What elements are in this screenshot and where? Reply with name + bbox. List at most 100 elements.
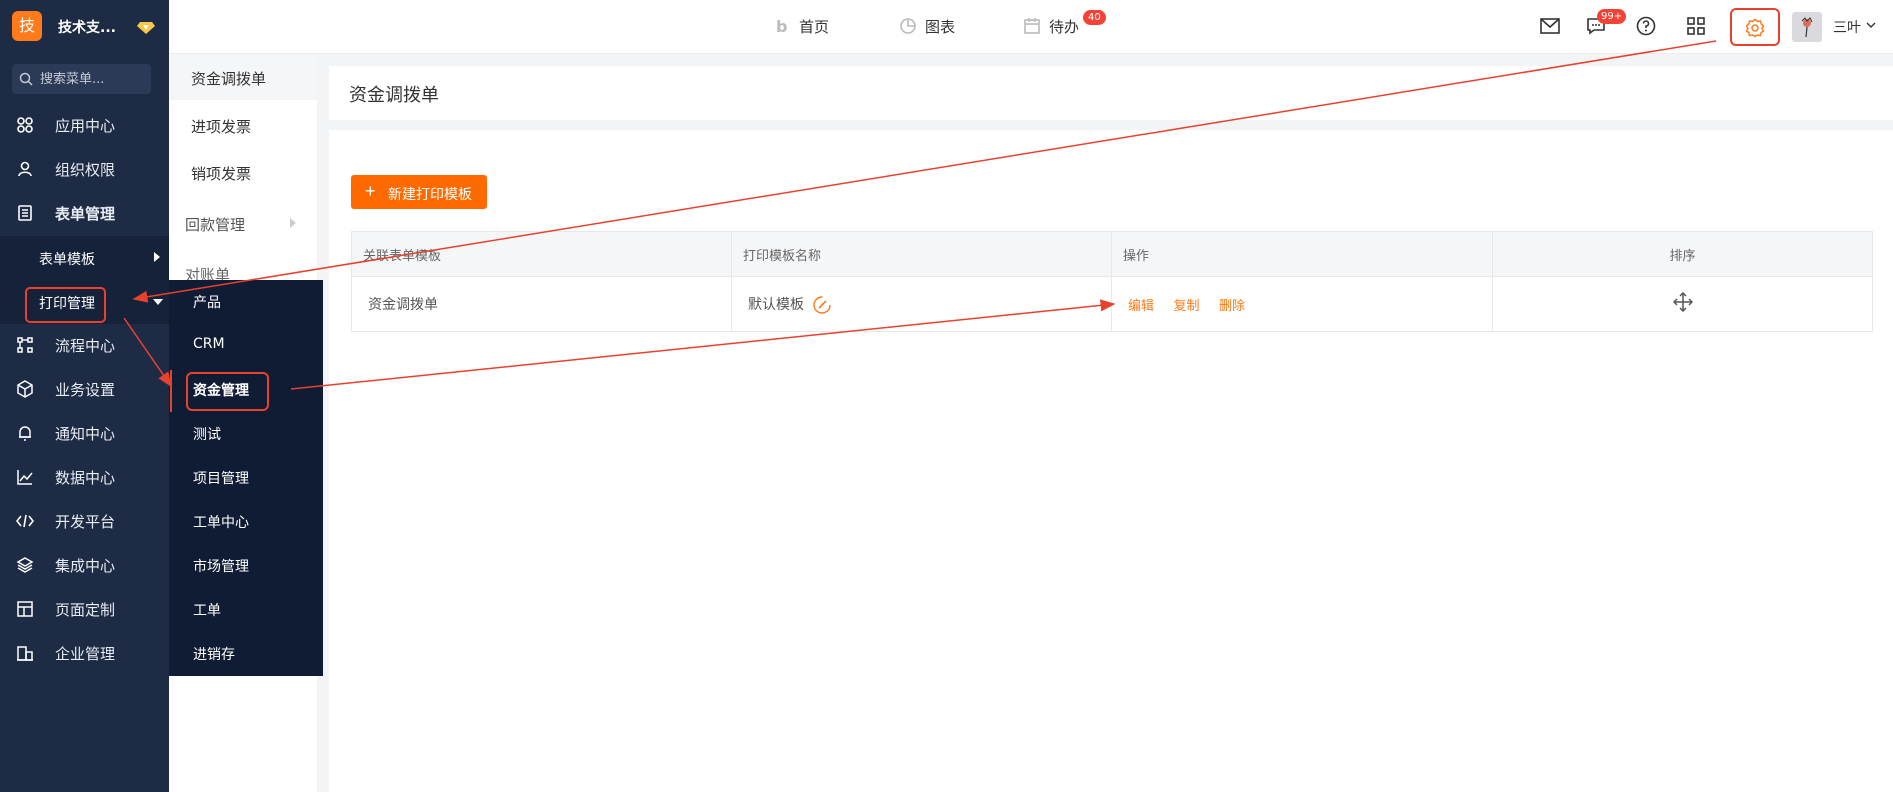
sidebar-item-label: 应用中心 [55, 117, 116, 135]
avatar[interactable] [1792, 12, 1822, 42]
column-header: 操作 [1111, 231, 1493, 277]
avatar-image [1801, 17, 1813, 38]
cell-form: 资金调拨单 [351, 276, 732, 332]
sidebar: 技 技术支... 应用中心 组织权限 表单管理 表单模板 打印管理 流程中心 [0, 0, 169, 792]
sidebar-item-process-center[interactable]: 流程中心 [0, 323, 169, 367]
sidebar-item-dev-platform[interactable]: 开发平台 [0, 499, 169, 543]
secondary-item-input-invoice[interactable]: 进项发票 [169, 102, 317, 148]
column-header: 打印模板名称 [731, 231, 1112, 277]
flyout-item-label: 工单 [193, 603, 221, 619]
sidebar-item-business-settings[interactable]: 业务设置 [0, 367, 169, 411]
flyout-item-project-management[interactable]: 项目管理 [169, 456, 323, 500]
sidebar-item-app-center[interactable]: 应用中心 [0, 103, 169, 147]
home-icon: b [776, 17, 787, 35]
copy-link[interactable]: 复制 [1173, 299, 1199, 314]
flyout-item-label: 工单中心 [193, 515, 249, 531]
diamond-icon [137, 22, 155, 34]
cell-actions: 编辑 复制 删除 [1111, 276, 1493, 332]
template-name: 默认模板 [748, 296, 804, 313]
flyout-item-label: 产品 [193, 295, 221, 311]
building-icon [17, 646, 33, 661]
page-title-bar: 资金调拨单 [329, 66, 1893, 120]
mail-button[interactable] [1537, 13, 1563, 39]
sidebar-item-integration-center[interactable]: 集成中心 [0, 543, 169, 587]
sidebar-item-label: 集成中心 [55, 557, 116, 575]
menu-search[interactable] [12, 64, 151, 94]
flyout-item-crm[interactable]: CRM [169, 324, 323, 368]
secondary-item-fund-transfer[interactable]: 资金调拨单 [169, 54, 317, 100]
flyout-item-work-order[interactable]: 工单 [169, 588, 323, 632]
messages-badge: 99+ [1597, 9, 1627, 24]
caret-down-icon [153, 299, 163, 305]
apps-button[interactable] [1683, 13, 1709, 39]
brand[interactable]: 技 技术支... [12, 11, 162, 41]
print-management-flyout: 产品 CRM 资金管理 测试 项目管理 工单中心 市场管理 工单 进销存 [169, 280, 323, 676]
user-icon [18, 161, 32, 177]
sidebar-item-label: 页面定制 [55, 601, 116, 619]
sidebar-item-data-center[interactable]: 数据中心 [0, 455, 169, 499]
flyout-item-label: 项目管理 [193, 471, 249, 487]
apps-grid-icon [1687, 17, 1705, 35]
pie-chart-icon [900, 18, 916, 34]
sidebar-item-org-permissions[interactable]: 组织权限 [0, 147, 169, 191]
secondary-item-label: 销项发票 [191, 165, 252, 183]
tab-label: 首页 [799, 18, 830, 36]
delete-link[interactable]: 删除 [1219, 299, 1245, 314]
help-button[interactable] [1633, 13, 1659, 39]
form-icon [18, 205, 32, 221]
brand-logo: 技 [12, 11, 42, 41]
sidebar-item-enterprise-management[interactable]: 企业管理 [0, 631, 169, 675]
sidebar-subitem-label: 表单模板 [39, 252, 95, 268]
new-print-template-button[interactable]: + 新建打印模板 [351, 175, 487, 209]
main-content: + 新建打印模板 关联表单模板 打印模板名称 操作 排序 资金调拨单 默认模板 … [329, 130, 1893, 792]
settings-button[interactable] [1730, 8, 1780, 46]
messages-button[interactable]: 99+ [1583, 9, 1627, 39]
caret-right-icon [290, 218, 296, 228]
svg-text:b: b [776, 17, 787, 35]
flyout-item-product[interactable]: 产品 [169, 280, 323, 324]
edit-link[interactable]: 编辑 [1128, 299, 1154, 314]
sidebar-item-notification-center[interactable]: 通知中心 [0, 411, 169, 455]
gear-icon [1745, 18, 1765, 38]
layout-icon [17, 601, 33, 617]
sidebar-item-form-management[interactable]: 表单管理 [0, 191, 169, 235]
annotation-line [170, 370, 172, 412]
tab-charts[interactable]: 图表 [899, 14, 969, 38]
secondary-item-output-invoice[interactable]: 销项发票 [169, 149, 317, 195]
chevron-down-icon[interactable] [1866, 22, 1876, 29]
fund-management-highlight [186, 372, 269, 411]
table-header-row: 关联表单模板 打印模板名称 操作 排序 [351, 231, 1873, 277]
secondary-item-label: 回款管理 [185, 216, 246, 234]
edit-pen-icon[interactable] [812, 295, 832, 315]
flyout-item-inventory[interactable]: 进销存 [169, 632, 323, 676]
mail-icon [1540, 18, 1560, 34]
flyout-item-test[interactable]: 测试 [169, 412, 323, 456]
sidebar-subitem-form-templates[interactable]: 表单模板 [0, 236, 169, 280]
search-input[interactable] [40, 70, 145, 88]
drag-move-icon[interactable] [1672, 291, 1693, 313]
sidebar-item-label: 表单管理 [55, 205, 116, 223]
secondary-item-label: 资金调拨单 [191, 70, 267, 88]
bell-icon [19, 426, 31, 441]
sidebar-item-label: 流程中心 [55, 337, 116, 355]
tab-home[interactable]: b 首页 [773, 14, 843, 38]
cell-sort [1492, 276, 1873, 332]
flyout-item-work-order-center[interactable]: 工单中心 [169, 500, 323, 544]
secondary-item-label: 对账单 [185, 266, 231, 280]
flyout-item-label: CRM [193, 336, 225, 352]
flow-icon [17, 337, 33, 353]
print-template-table: 关联表单模板 打印模板名称 操作 排序 资金调拨单 默认模板 编辑 复制 删除 [351, 231, 1873, 332]
table-row: 资金调拨单 默认模板 编辑 复制 删除 [351, 276, 1873, 332]
sidebar-item-page-customization[interactable]: 页面定制 [0, 587, 169, 631]
secondary-item-payment-collection[interactable]: 回款管理 [169, 200, 317, 246]
calendar-icon [1024, 18, 1040, 34]
secondary-item-statement[interactable]: 对账单 [169, 250, 317, 280]
sidebar-item-label: 企业管理 [55, 645, 116, 663]
flyout-item-market-management[interactable]: 市场管理 [169, 544, 323, 588]
tab-todo[interactable]: 待办 40 [1023, 10, 1113, 38]
username[interactable]: 三叶 [1833, 17, 1861, 37]
cell-template: 默认模板 [731, 276, 1112, 332]
todo-count-badge: 40 [1083, 10, 1106, 25]
sidebar-item-label: 通知中心 [55, 425, 116, 443]
tab-label: 待办 [1049, 18, 1080, 36]
